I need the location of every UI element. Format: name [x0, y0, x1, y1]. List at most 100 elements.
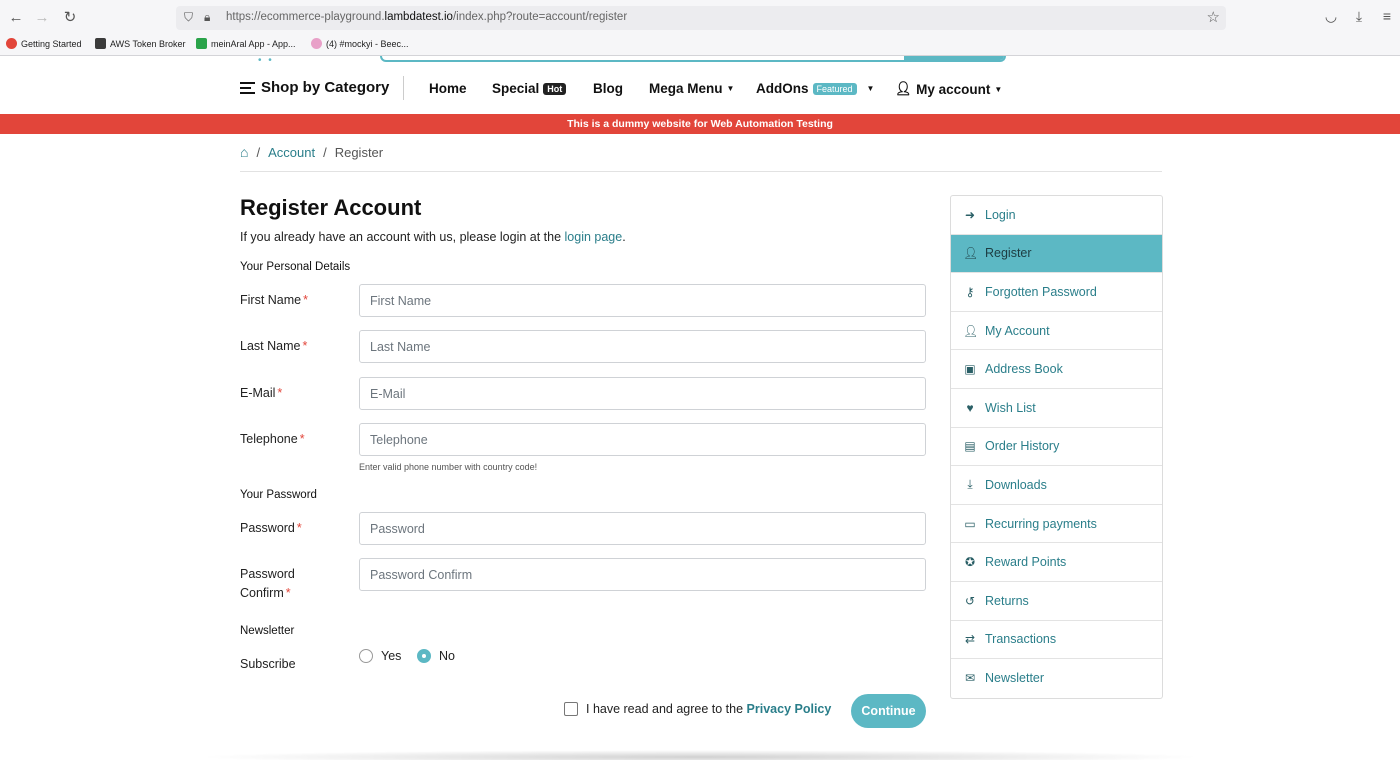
nav-blog[interactable]: Blog	[593, 81, 623, 96]
sign-in-icon: ➜	[964, 207, 976, 222]
subscribe-label: Subscribe	[240, 657, 296, 671]
bookmark-star-icon[interactable]: ☆	[1207, 8, 1220, 26]
url-text: https://ecommerce-playground.lambdatest.…	[226, 11, 628, 23]
address-bar[interactable]: ⛉ 🔒︎ https://ecommerce-playground.lambda…	[176, 6, 1226, 30]
caret-down-icon: ▼	[866, 84, 875, 93]
user-icon: 👤︎	[895, 81, 913, 96]
breadcrumb: ⌂ / Account / Register	[240, 144, 384, 160]
firefox-icon	[6, 38, 17, 49]
credit-card-icon: ▭	[964, 516, 976, 531]
forward-arrow-icon[interactable]: →	[32, 8, 52, 28]
bookmark-item[interactable]: AWS Token Broker	[95, 38, 186, 49]
password-heading: Your Password	[240, 489, 317, 501]
nav-mega-menu[interactable]: Mega Menu ▼	[649, 81, 734, 96]
home-icon[interactable]: ⌂	[240, 144, 248, 160]
telephone-help-text: Enter valid phone number with country co…	[359, 462, 538, 472]
subscribe-no-radio[interactable]: No	[417, 649, 455, 663]
heart-icon: ♥	[966, 400, 974, 415]
sidebar-item-wish-list[interactable]: ♥ Wish List	[951, 389, 1162, 428]
nav-my-account[interactable]: 👤︎ My account ▼	[895, 81, 1002, 97]
key-icon: ⚷	[965, 284, 975, 299]
privacy-policy-link[interactable]: Privacy Policy	[747, 702, 832, 716]
download-icon[interactable]: ⤓	[1350, 8, 1368, 25]
nav-addons[interactable]: AddOns Featured ▼	[756, 81, 874, 96]
pocket-icon[interactable]: ◡	[1322, 8, 1340, 25]
envelope-icon: ✉	[964, 671, 976, 686]
divider	[240, 171, 1162, 172]
password-input[interactable]	[359, 512, 926, 545]
back-arrow-icon[interactable]: ←	[6, 8, 26, 28]
aws-icon	[95, 38, 106, 49]
sidebar-item-login[interactable]: ➜ Login	[951, 196, 1162, 235]
footer-shadow	[195, 750, 1205, 760]
password-label: Password *	[240, 521, 302, 535]
sidebar-item-transactions[interactable]: ⇄ Transactions	[951, 621, 1162, 660]
last-name-label: Last Name *	[240, 339, 308, 353]
privacy-agreement: I have read and agree to the Privacy Pol…	[564, 702, 831, 716]
bookmarks-bar: Getting Started AWS Token Broker meinAra…	[0, 34, 1400, 54]
radio-circle-selected	[417, 649, 431, 663]
nav-divider	[403, 76, 404, 100]
email-input[interactable]	[359, 377, 926, 410]
menu-bars-icon	[240, 81, 255, 94]
lock-icon: 🔒︎	[204, 10, 211, 24]
sidebar-item-returns[interactable]: ↺ Returns	[951, 582, 1162, 621]
password-confirm-input[interactable]	[359, 558, 926, 591]
nav-special[interactable]: Special Hot	[492, 81, 567, 96]
bookmark-item[interactable]: Getting Started	[6, 38, 82, 49]
reload-icon[interactable]: ↻	[60, 8, 80, 28]
login-page-link[interactable]: login page	[565, 230, 623, 244]
account-sidebar: ➜ Login 👤︎ Register ⚷ Forgotten Password 👤︎…	[950, 195, 1163, 699]
first-name-input[interactable]	[359, 284, 926, 317]
agree-checkbox[interactable]	[564, 702, 578, 716]
sidebar-item-my-account[interactable]: 👤︎ My Account	[951, 312, 1162, 351]
bookmark-item[interactable]: meinAral App - App...	[196, 38, 296, 49]
nav-home[interactable]: Home	[429, 81, 467, 96]
hot-badge: Hot	[543, 82, 567, 95]
box-icon: ▤	[964, 439, 976, 454]
subscribe-yes-radio[interactable]: Yes	[359, 649, 401, 663]
continue-button[interactable]: Continue	[851, 694, 926, 728]
download-icon: ⤓	[967, 477, 973, 492]
radio-circle	[359, 649, 373, 663]
featured-badge: Featured	[812, 82, 857, 95]
sidebar-item-forgotten-password[interactable]: ⚷ Forgotten Password	[951, 273, 1162, 312]
menu-icon[interactable]: ≡	[1378, 8, 1396, 24]
intro-text: If you already have an account with us, …	[240, 230, 626, 244]
play-store-icon	[196, 38, 207, 49]
category-label: Shop by Category	[261, 79, 390, 96]
slack-icon	[311, 38, 322, 49]
user-icon: 👤︎	[963, 323, 979, 338]
shield-icon: ⛉	[184, 10, 194, 24]
undo-icon: ↺	[964, 593, 976, 608]
newsletter-heading: Newsletter	[240, 625, 295, 637]
breadcrumb-account[interactable]: Account	[268, 145, 315, 160]
user-plus-icon: 👤︎	[963, 246, 979, 261]
first-name-label: First Name *	[240, 293, 308, 307]
last-name-input[interactable]	[359, 330, 926, 363]
page-title: Register Account	[240, 195, 422, 220]
sidebar-item-reward-points[interactable]: ✪ Reward Points	[951, 543, 1162, 582]
sidebar-item-address-book[interactable]: ▣ Address Book	[951, 350, 1162, 389]
bookmark-item[interactable]: (4) #mockyi - Beec...	[311, 38, 409, 49]
address-book-icon: ▣	[964, 362, 976, 377]
sidebar-item-recurring-payments[interactable]: ▭ Recurring payments	[951, 505, 1162, 544]
caret-down-icon: ▼	[726, 84, 735, 93]
sidebar-item-newsletter[interactable]: ✉ Newsletter	[951, 659, 1162, 698]
site-navigation: Shop by Category Home Special Hot Blog Me…	[0, 62, 1400, 114]
sidebar-item-order-history[interactable]: ▤ Order History	[951, 428, 1162, 467]
sidebar-item-register[interactable]: 👤︎ Register	[951, 234, 1162, 274]
password-confirm-label: Password Confirm *	[240, 567, 295, 600]
telephone-input[interactable]	[359, 423, 926, 456]
exchange-icon: ⇄	[964, 632, 976, 647]
telephone-label: Telephone *	[240, 432, 305, 446]
browser-chrome: ← → ↻ ⛉ 🔒︎ https://ecommerce-playground.…	[0, 0, 1400, 56]
personal-details-heading: Your Personal Details	[240, 261, 351, 273]
breadcrumb-current: Register	[334, 144, 384, 160]
sidebar-item-downloads[interactable]: ⤓ Downloads	[951, 466, 1162, 505]
shop-by-category-button[interactable]: Shop by Category	[240, 79, 389, 96]
caret-down-icon: ▼	[994, 84, 1003, 94]
medal-icon: ✪	[964, 555, 976, 570]
dummy-site-banner: This is a dummy website for Web Automati…	[0, 114, 1400, 134]
email-label: E-Mail *	[240, 386, 283, 400]
